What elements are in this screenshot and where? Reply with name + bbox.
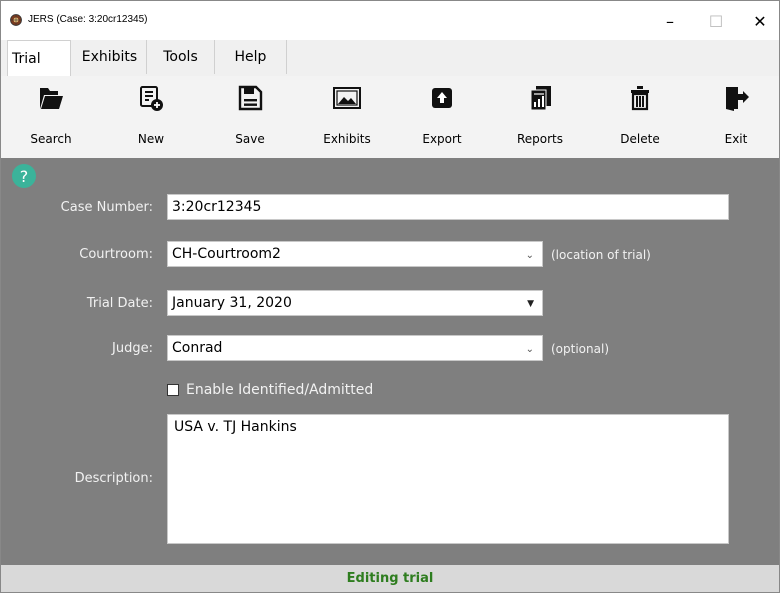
trial-form: ? Case Number: 3:20cr12345 Courtroom: CH… xyxy=(0,158,780,565)
reports-button[interactable]: Reports xyxy=(500,76,580,158)
dropdown-arrow-icon: ▼ xyxy=(527,299,534,309)
trial-date-value: January 31, 2020 xyxy=(172,295,292,311)
chevron-down-icon: ⌄ xyxy=(525,343,534,355)
search-button[interactable]: Search xyxy=(11,76,91,158)
description-label: Description: xyxy=(74,471,153,486)
title-bar: JERS (Case: 3:20cr12345) – ☐ ✕ xyxy=(0,0,780,40)
delete-button[interactable]: Delete xyxy=(600,76,680,158)
save-label: Save xyxy=(235,132,265,146)
menu-item-exhibits[interactable]: Exhibits xyxy=(73,40,147,74)
floppy-disk-icon xyxy=(238,85,263,111)
exhibits-button[interactable]: Exhibits xyxy=(307,76,387,158)
menu-item-trial[interactable]: Trial xyxy=(7,40,71,76)
exit-label: Exit xyxy=(724,132,748,146)
help-icon[interactable]: ? xyxy=(12,164,36,188)
app-logo-icon xyxy=(10,14,22,26)
window-title: JERS (Case: 3:20cr12345) xyxy=(28,14,148,25)
chevron-down-icon: ⌄ xyxy=(525,249,534,261)
courtroom-value: CH-Courtroom2 xyxy=(172,246,281,262)
export-label: Export xyxy=(422,132,462,146)
export-button[interactable]: Export xyxy=(402,76,482,158)
new-label: New xyxy=(137,132,165,146)
save-button[interactable]: Save xyxy=(210,76,290,158)
courtroom-select[interactable]: CH-Courtroom2 ⌄ xyxy=(167,241,543,267)
courtroom-label: Courtroom: xyxy=(79,247,153,262)
close-button[interactable]: ✕ xyxy=(737,1,780,41)
delete-label: Delete xyxy=(620,132,660,146)
new-button[interactable]: New xyxy=(111,76,191,158)
judge-value: Conrad xyxy=(172,340,223,356)
case-number-value: 3:20cr12345 xyxy=(172,199,262,215)
reports-label: Reports xyxy=(516,132,564,146)
exhibits-label: Exhibits xyxy=(323,132,371,146)
reports-icon xyxy=(530,86,551,111)
menu-bar: Trial Exhibits Tools Help xyxy=(0,40,780,76)
status-bar: Editing trial xyxy=(0,565,780,593)
export-box-icon xyxy=(432,88,452,108)
trial-date-label: Trial Date: xyxy=(86,296,153,311)
maximize-button[interactable]: ☐ xyxy=(693,1,739,41)
menu-item-help[interactable]: Help xyxy=(215,40,287,74)
courtroom-hint: (location of trial) xyxy=(551,248,651,262)
image-icon xyxy=(333,87,361,109)
judge-hint: (optional) xyxy=(551,342,609,356)
judge-label: Judge: xyxy=(112,341,153,356)
exit-door-icon xyxy=(726,87,749,111)
exit-button[interactable]: Exit xyxy=(696,76,776,158)
case-number-label: Case Number: xyxy=(60,200,153,215)
minimize-button[interactable]: – xyxy=(647,1,693,41)
case-number-input[interactable]: 3:20cr12345 xyxy=(167,194,729,220)
trial-date-picker[interactable]: January 31, 2020 ▼ xyxy=(167,290,543,316)
search-label: Search xyxy=(30,132,72,146)
trash-icon xyxy=(631,86,649,111)
description-textarea[interactable]: USA v. TJ Hankins xyxy=(167,414,729,544)
folder-open-icon xyxy=(40,88,63,109)
menu-item-tools[interactable]: Tools xyxy=(147,40,215,74)
toolbar: Search New Save Exhibits Export Reports … xyxy=(0,76,780,158)
new-document-icon xyxy=(140,86,163,111)
enable-identified-admitted-label: Enable Identified/Admitted xyxy=(186,382,374,398)
judge-select[interactable]: Conrad ⌄ xyxy=(167,335,543,361)
enable-identified-admitted-checkbox[interactable]: Enable Identified/Admitted xyxy=(167,382,373,398)
checkbox-box[interactable] xyxy=(167,384,179,396)
